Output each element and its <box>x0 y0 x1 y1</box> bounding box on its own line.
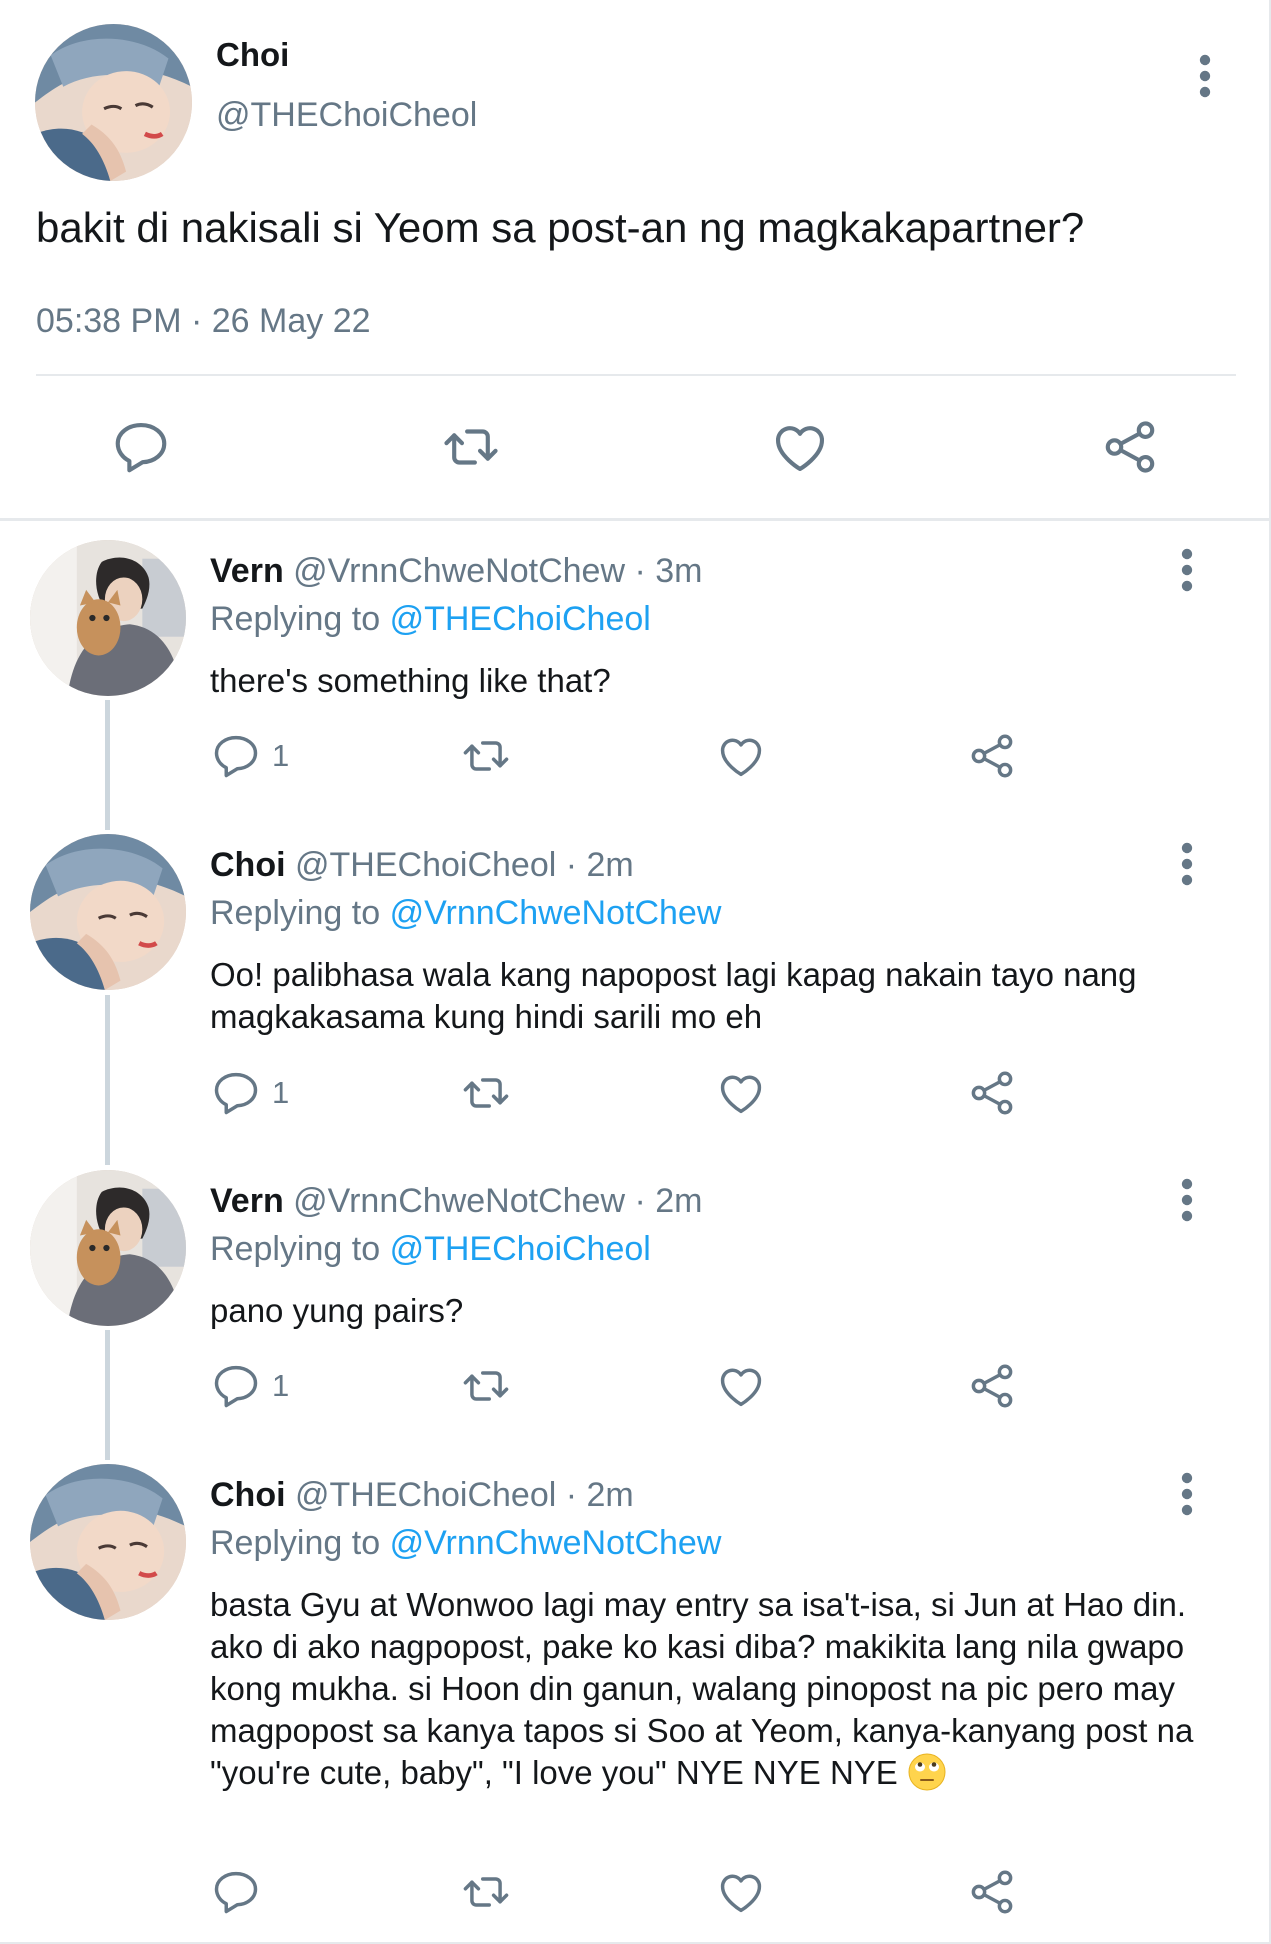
replying-to-line: Replying to @THEChoiCheol <box>210 600 651 639</box>
reply-time: 2m <box>586 1476 634 1514</box>
reply-time: 2m <box>655 1182 703 1220</box>
reply-icon[interactable] <box>210 730 262 782</box>
reply-header: Choi @THEChoiCheol · 2m <box>210 846 634 885</box>
author-name[interactable]: Choi <box>210 1476 286 1514</box>
reply-icon[interactable] <box>210 1360 262 1412</box>
reply-icon[interactable] <box>210 1067 262 1119</box>
reply-text: basta Gyu at Wonwoo lagi may entry sa is… <box>210 1586 1194 1791</box>
reply-text-container: basta Gyu at Wonwoo lagi may entry sa is… <box>210 1584 1210 1794</box>
like-icon[interactable] <box>715 1067 767 1119</box>
author-handle[interactable]: @THEChoiCheol <box>295 846 556 884</box>
like-icon[interactable] <box>769 416 831 478</box>
separator-dot: · <box>634 1182 646 1220</box>
retweet-icon[interactable] <box>460 1067 512 1119</box>
more-options-icon[interactable] <box>1172 546 1202 594</box>
reply-count: 1 <box>272 738 290 773</box>
author-name[interactable]: Vern <box>210 1182 284 1220</box>
reply-count: 1 <box>272 1075 290 1110</box>
replying-to-line: Replying to @VrnnChweNotChew <box>210 894 721 933</box>
replying-to-label: Replying to <box>210 600 381 638</box>
author-name[interactable]: Choi <box>210 846 286 884</box>
section-separator <box>0 518 1269 521</box>
share-icon[interactable] <box>1099 416 1161 478</box>
reply-time: 2m <box>586 846 634 884</box>
reply-count: 1 <box>272 1368 290 1403</box>
tweet-time: 05:38 PM <box>36 302 182 340</box>
avatar[interactable] <box>30 1170 186 1326</box>
replying-to-mention[interactable]: @VrnnChweNotChew <box>390 894 722 932</box>
reply-icon[interactable] <box>210 1866 262 1918</box>
author-handle[interactable]: @VrnnChweNotChew <box>293 1182 625 1220</box>
tweet-date: 26 May 22 <box>211 302 371 340</box>
avatar[interactable] <box>30 834 186 990</box>
reply-header: Vern @VrnnChweNotChew · 3m <box>210 552 702 591</box>
replying-to-label: Replying to <box>210 1230 381 1268</box>
more-options-icon[interactable] <box>1190 52 1220 100</box>
reply-icon[interactable] <box>110 416 172 478</box>
retweet-icon[interactable] <box>460 1866 512 1918</box>
replying-to-line: Replying to @VrnnChweNotChew <box>210 1524 721 1563</box>
reply-header: Vern @VrnnChweNotChew · 2m <box>210 1182 702 1221</box>
retweet-icon[interactable] <box>440 416 502 478</box>
author-handle[interactable]: @THEChoiCheol <box>295 1476 556 1514</box>
thread-line <box>105 995 110 1165</box>
retweet-icon[interactable] <box>460 730 512 782</box>
reply-text: there's something like that? <box>210 662 611 699</box>
tweet-timestamp: 05:38 PM · 26 May 22 <box>36 302 371 341</box>
like-icon[interactable] <box>715 1866 767 1918</box>
author-handle[interactable]: @VrnnChweNotChew <box>293 552 625 590</box>
thread-line <box>105 1330 110 1460</box>
avatar[interactable] <box>30 1464 186 1620</box>
replying-to-mention[interactable]: @THEChoiCheol <box>390 600 651 638</box>
separator-dot: · <box>190 302 203 340</box>
reply-text: pano yung pairs? <box>210 1292 464 1329</box>
reply-time: 3m <box>655 552 703 590</box>
reply-text: Oo! palibhasa wala kang napopost lagi ka… <box>210 956 1137 1035</box>
divider <box>36 374 1236 376</box>
share-icon[interactable] <box>966 730 1018 782</box>
like-icon[interactable] <box>715 730 767 782</box>
author-name[interactable]: Choi <box>216 36 289 74</box>
more-options-icon[interactable] <box>1172 1470 1202 1518</box>
avatar[interactable] <box>30 540 186 696</box>
author-handle[interactable]: @THEChoiCheol <box>216 96 477 135</box>
replying-to-line: Replying to @THEChoiCheol <box>210 1230 651 1269</box>
more-options-icon[interactable] <box>1172 840 1202 888</box>
replying-to-label: Replying to <box>210 1524 381 1562</box>
separator-dot: · <box>634 552 646 590</box>
like-icon[interactable] <box>715 1360 767 1412</box>
replying-to-mention[interactable]: @THEChoiCheol <box>390 1230 651 1268</box>
share-icon[interactable] <box>966 1866 1018 1918</box>
main-tweet: Choi @THEChoiCheol bakit di nakisali si … <box>0 0 1269 520</box>
eye-roll-emoji <box>907 1752 947 1792</box>
share-icon[interactable] <box>966 1360 1018 1412</box>
tweet-text: bakit di nakisali si Yeom sa post-an ng … <box>36 204 1085 251</box>
share-icon[interactable] <box>966 1067 1018 1119</box>
thread-line <box>105 700 110 830</box>
replying-to-label: Replying to <box>210 894 381 932</box>
retweet-icon[interactable] <box>460 1360 512 1412</box>
replying-to-mention[interactable]: @VrnnChweNotChew <box>390 1524 722 1562</box>
avatar[interactable] <box>35 24 192 181</box>
reply-header: Choi @THEChoiCheol · 2m <box>210 1476 634 1515</box>
more-options-icon[interactable] <box>1172 1176 1202 1224</box>
author-name[interactable]: Vern <box>210 552 284 590</box>
separator-dot: · <box>565 846 578 884</box>
separator-dot: · <box>565 1476 578 1514</box>
